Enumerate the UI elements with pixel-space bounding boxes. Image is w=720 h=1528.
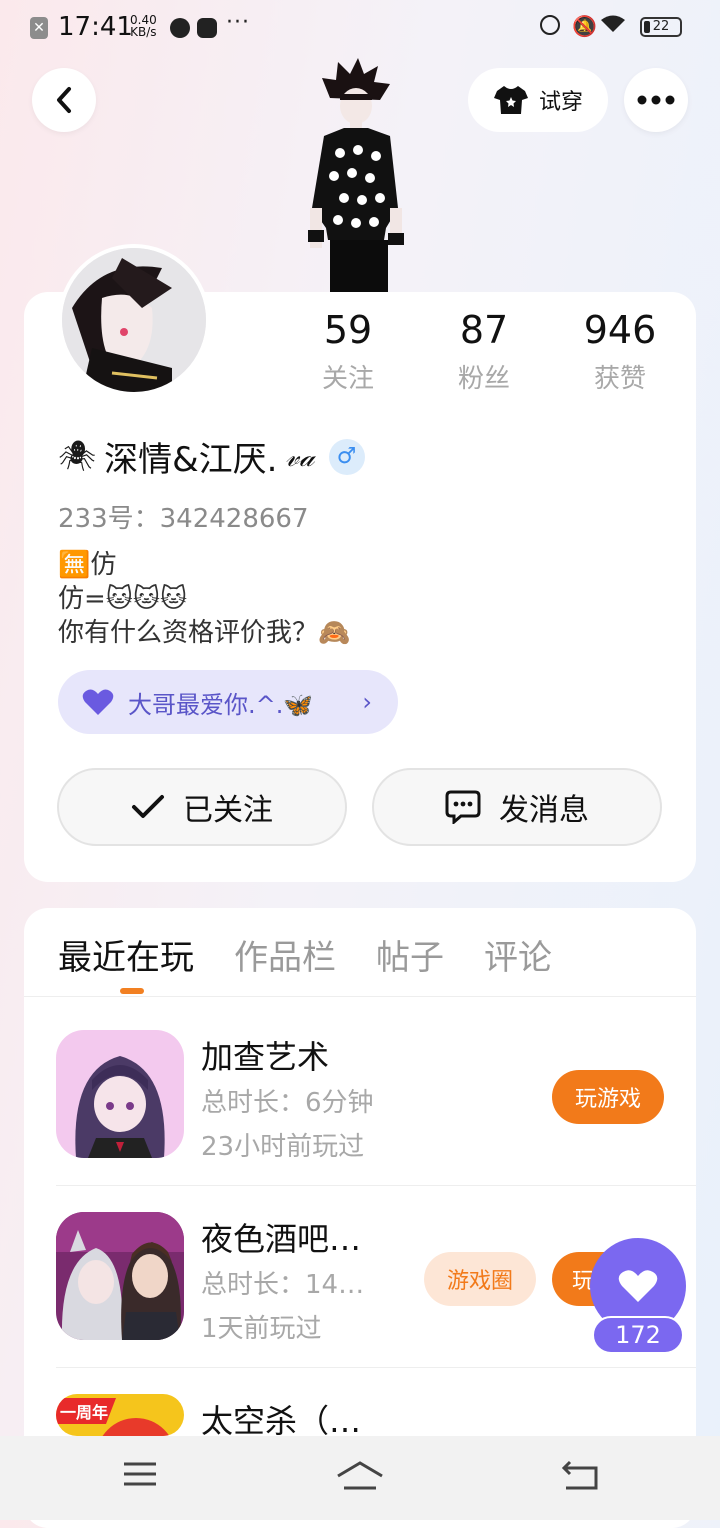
game-ribbon-text: 一周年 [60,1403,108,1422]
more-options-button[interactable] [624,68,688,132]
bio-line: 你有什么资格评价我？🙈 [58,618,351,648]
game-icon-space-kill: 一周年 [56,1394,184,1436]
check-icon [132,795,164,818]
user-id[interactable]: 233号：342428667 [58,498,309,535]
tiktok-notification-icon [197,18,217,38]
badge-text: 大哥最爱你.^.🦋 [128,690,314,719]
net-speed-unit: KB/s [130,25,157,39]
stat-following[interactable]: 59 关注 [280,306,416,395]
tab-works[interactable]: 作品栏 [234,930,336,979]
tab-recently-played[interactable]: 最近在玩 [58,930,194,979]
chevron-right-icon: › [362,688,372,716]
home-icon[interactable] [336,1460,384,1492]
stat-fans[interactable]: 87 粉丝 [416,306,552,395]
try-on-button[interactable]: 试穿 [468,68,608,132]
avatar-image [62,248,206,392]
stat-likes[interactable]: 946 获赞 [552,306,688,395]
divider [24,996,696,997]
try-on-label: 试穿 [538,90,583,115]
send-message-button[interactable]: 发消息 [372,768,662,846]
stat-value: 946 [583,308,657,352]
bio-line: 仿=🐱🐱🐱 [58,584,188,614]
name-row: 🕷 深情&江厌. 𝓋𝒶 ♂ [58,432,365,481]
game-icon-night-bar [56,1212,184,1340]
game-last-played: 1天前玩过 [201,1314,322,1344]
tab-posts[interactable]: 帖子 [376,930,444,979]
like-count: 172 [592,1316,684,1354]
game-circle-button[interactable]: 游戏圈 [424,1252,536,1306]
menu-icon[interactable] [122,1460,158,1488]
wifi-icon [600,14,626,39]
game-title: 夜色酒吧… [201,1220,362,1258]
avatar[interactable] [58,244,210,396]
stat-label: 粉丝 [457,364,510,394]
username-suffix: 𝓋𝒶 [285,439,315,473]
status-bar: ✕ 17:41 0.40 KB/s ··· 🔕 22 [0,0,720,56]
stat-label: 关注 [321,364,374,394]
bio: 🈚仿 仿=🐱🐱🐱 你有什么资格评价我？🙈 [58,548,350,650]
alarm-icon [540,15,560,35]
play-game-button[interactable]: 玩游戏 [552,1070,664,1124]
more-dots-icon [637,95,675,105]
heart-icon [618,1270,658,1302]
active-tab-indicator [120,988,144,994]
relationship-badge[interactable]: 大哥最爱你.^.🦋 › [58,670,398,734]
divider [56,1367,696,1368]
game-duration: 总时长：6分钟 [201,1088,374,1118]
game-duration: 总时长：14… [201,1270,365,1300]
game-title: 加查艺术 [201,1038,330,1076]
chevron-left-icon [57,87,71,113]
tshirt-icon [493,86,528,114]
username: 深情&江厌. [104,440,278,480]
back-nav-icon[interactable] [560,1460,600,1490]
app-notification-icon [170,18,190,38]
system-nav-bar [0,1436,720,1520]
game-last-played: 23小时前玩过 [201,1132,365,1162]
stat-value: 59 [323,308,373,352]
mute-icon: 🔕 [572,14,597,38]
status-time: 17:41 [58,12,133,42]
more-notifications-icon: ··· [226,10,250,35]
tab-comments[interactable]: 评论 [484,930,552,979]
spider-icon: 🕷 [58,439,97,474]
stat-label: 获赞 [593,364,646,394]
back-button[interactable] [32,68,96,132]
heart-icon [82,689,114,715]
profile-tabs: 最近在玩 作品栏 帖子 评论 [58,930,552,979]
game-row[interactable]: 加查艺术 总时长：6分钟 23小时前玩过 玩游戏 [56,1030,696,1162]
stat-value: 87 [459,308,509,352]
follow-label: 已关注 [183,793,273,828]
avatar-character-figure [308,58,404,293]
notification-x-icon: ✕ [30,17,48,39]
male-gender-icon: ♂ [328,438,365,475]
divider [56,1185,696,1186]
followed-button[interactable]: 已关注 [57,768,347,846]
stats-row: 59 关注 87 粉丝 946 获赞 [280,306,700,395]
bio-line: 🈚仿 [58,550,117,580]
chat-bubble-icon [445,790,481,824]
battery-indicator: 22 [640,17,682,37]
game-icon-gacha-art [56,1030,184,1158]
net-speed: 0.40 KB/s [130,14,157,38]
message-label: 发消息 [499,793,589,828]
